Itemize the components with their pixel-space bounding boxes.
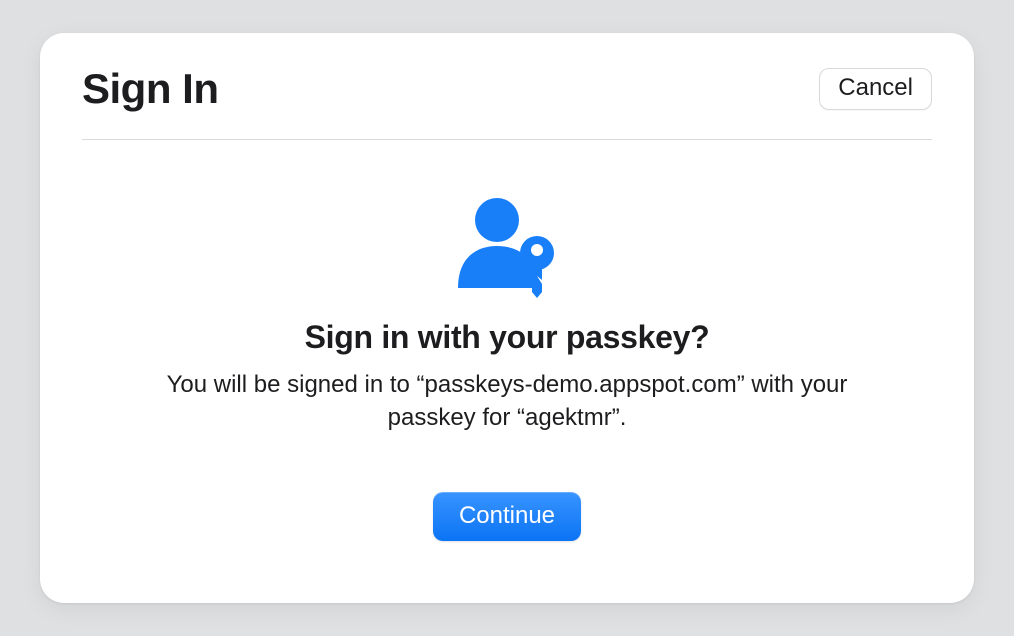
page-title: Sign In [82, 65, 219, 113]
cancel-button[interactable]: Cancel [819, 68, 932, 110]
continue-button[interactable]: Continue [433, 492, 581, 541]
sheet-content: Sign in with your passkey? You will be s… [82, 140, 932, 541]
passkey-body-text: You will be signed in to “passkeys-demo.… [127, 368, 887, 434]
passkey-icon [452, 196, 562, 305]
sheet-header: Sign In Cancel [82, 33, 932, 139]
passkey-headline: Sign in with your passkey? [305, 319, 710, 356]
sign-in-sheet: Sign In Cancel Sign in with your passkey… [40, 33, 974, 603]
